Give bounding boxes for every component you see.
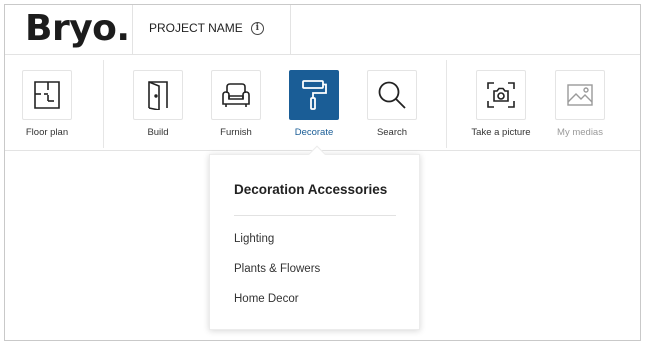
tool-furnish[interactable]: Furnish <box>201 70 271 138</box>
tool-take-picture[interactable]: Take a picture <box>466 70 536 138</box>
tool-my-medias-box[interactable] <box>555 70 605 120</box>
divider <box>446 60 447 148</box>
tool-decorate[interactable]: Decorate <box>279 70 349 138</box>
tool-label: Search <box>376 127 408 138</box>
tool-take-picture-box[interactable] <box>476 70 526 120</box>
tool-build-box[interactable] <box>133 70 183 120</box>
menu-item-home-decor[interactable]: Home Decor <box>234 293 299 305</box>
tool-label: My medias <box>557 127 603 138</box>
image-icon <box>567 84 593 106</box>
tool-floor-plan[interactable]: Floor plan <box>12 70 82 138</box>
tool-label: Build <box>147 127 169 138</box>
info-icon[interactable]: i <box>250 21 264 35</box>
divider <box>290 5 291 54</box>
camera-icon <box>487 82 515 108</box>
tool-my-medias[interactable]: My medias <box>545 70 615 138</box>
tool-search[interactable]: Search <box>357 70 427 138</box>
door-icon <box>148 81 168 110</box>
tool-decorate-box[interactable] <box>289 70 339 120</box>
tool-furnish-box[interactable] <box>211 70 261 120</box>
decorate-dropdown: Decoration Accessories Lighting Plants &… <box>209 154 420 330</box>
tool-build[interactable]: Build <box>123 70 193 138</box>
project-name[interactable]: PROJECT NAME <box>149 21 243 35</box>
divider <box>234 215 396 216</box>
logo[interactable]: Bryo. <box>25 7 130 51</box>
tool-label: Furnish <box>220 127 252 138</box>
tool-floor-plan-box[interactable] <box>22 70 72 120</box>
divider <box>103 60 104 148</box>
header: Bryo. PROJECT NAME i <box>5 5 640 55</box>
paint-roller-icon <box>302 80 327 110</box>
tool-search-box[interactable] <box>367 70 417 120</box>
divider <box>132 5 133 54</box>
floor-plan-icon <box>34 81 60 109</box>
dropdown-title: Decoration Accessories <box>234 182 388 197</box>
toolbar: Floor plan Build Furnish Decorate Search… <box>5 56 640 151</box>
menu-item-plants-flowers[interactable]: Plants & Flowers <box>234 263 320 275</box>
project-name-area[interactable]: PROJECT NAME i <box>149 21 264 35</box>
search-icon <box>378 81 406 109</box>
tool-label: Decorate <box>294 127 334 138</box>
tool-label: Take a picture <box>471 127 531 138</box>
tool-label: Floor plan <box>25 127 69 138</box>
app-frame: Bryo. PROJECT NAME i Floor plan Build Fu… <box>4 4 641 341</box>
menu-item-lighting[interactable]: Lighting <box>234 233 274 245</box>
armchair-icon <box>222 83 250 107</box>
